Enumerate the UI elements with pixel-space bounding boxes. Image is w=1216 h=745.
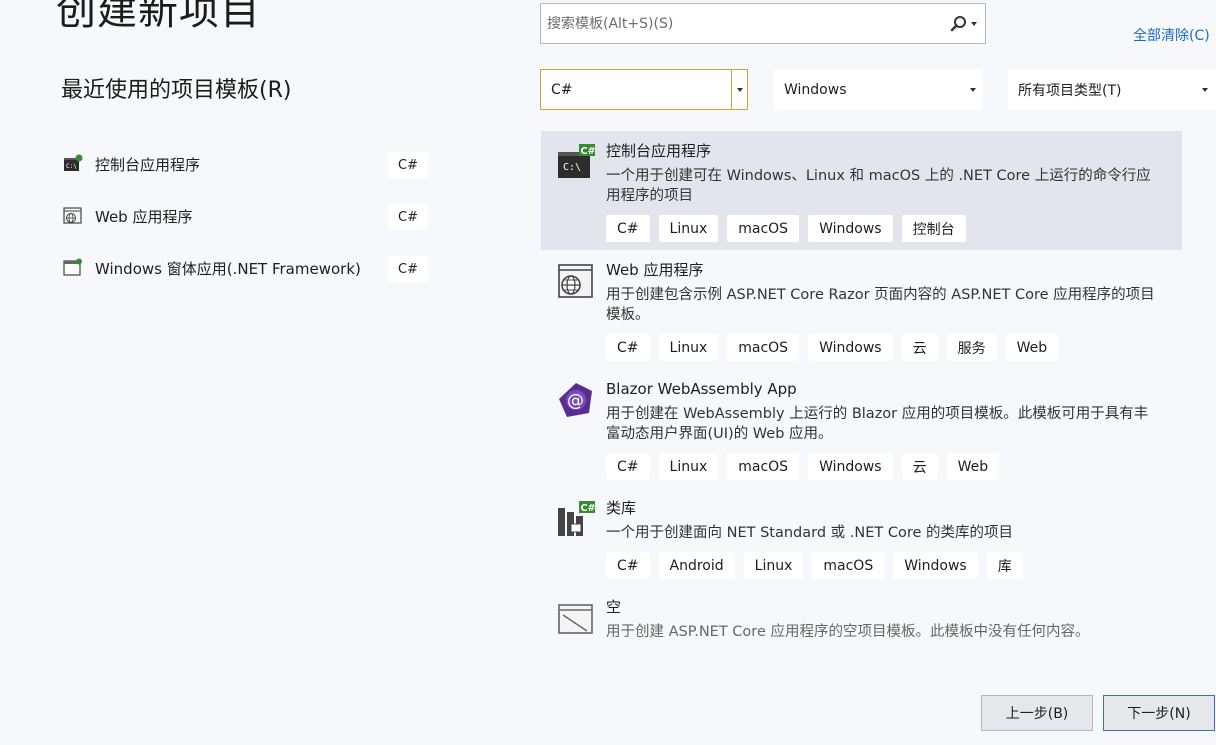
console-app-icon: C:\ xyxy=(62,153,84,175)
template-tags: C# Android Linux macOS Windows 库 xyxy=(606,552,1162,579)
windows-forms-icon xyxy=(62,257,84,279)
tag: Linux xyxy=(658,453,719,480)
tag: C# xyxy=(606,453,650,480)
template-empty[interactable]: 空 用于创建 ASP.NET Core 应用程序的空项目模板。此模板中没有任何内… xyxy=(541,587,1182,650)
language-filter-value: C# xyxy=(551,81,573,98)
tag: Web xyxy=(946,453,1000,480)
template-name: 类库 xyxy=(606,499,637,517)
tag: 云 xyxy=(901,334,938,361)
template-name: Web 应用程序 xyxy=(606,261,704,279)
tag: Android xyxy=(658,552,735,579)
project-type-filter-value: 所有项目类型(T) xyxy=(1018,82,1122,99)
clear-all-link[interactable]: 全部清除(C) xyxy=(1133,25,1210,45)
template-list: C:\ C# 控制台应用程序 一个用于创建可在 Windows、Linux 和 m… xyxy=(541,131,1182,650)
tag: C# xyxy=(606,552,650,579)
recent-item-winforms[interactable]: Windows 窗体应用(.NET Framework) C# xyxy=(62,242,430,294)
tag: C# xyxy=(606,334,650,361)
back-button[interactable]: 上一步(B) xyxy=(981,695,1093,731)
recent-item-label: Windows 窗体应用(.NET Framework) xyxy=(95,259,361,278)
chevron-down-icon xyxy=(971,22,977,26)
tag: macOS xyxy=(812,552,885,579)
template-blazor-wasm[interactable]: @ Blazor WebAssembly App 用于创建在 WebAssemb… xyxy=(541,369,1182,488)
web-app-icon xyxy=(62,205,84,227)
search-icon xyxy=(950,16,966,32)
search-button[interactable] xyxy=(950,15,977,33)
template-console-app[interactable]: C:\ C# 控制台应用程序 一个用于创建可在 Windows、Linux 和 m… xyxy=(541,131,1182,250)
tag: 控制台 xyxy=(901,215,966,242)
recent-item-label: Web 应用程序 xyxy=(95,207,193,226)
template-name: Blazor WebAssembly App xyxy=(606,380,797,398)
tag: 云 xyxy=(901,453,938,480)
tag: Windows xyxy=(893,552,978,579)
tag: macOS xyxy=(727,215,800,242)
tag: Linux xyxy=(658,215,719,242)
page-title: 创建新项目 xyxy=(56,0,261,34)
web-app-icon xyxy=(557,262,595,300)
template-tags: C# Linux macOS Windows 控制台 xyxy=(606,215,1162,242)
recent-item-console[interactable]: C:\ 控制台应用程序 C# xyxy=(62,138,430,190)
empty-project-icon xyxy=(557,599,595,637)
recent-templates-list: C:\ 控制台应用程序 C# Web 应用程序 C# Windows 窗体应用(… xyxy=(62,138,430,294)
recent-templates-title: 最近使用的项目模板(R) xyxy=(61,78,292,103)
tag: Windows xyxy=(808,215,893,242)
template-web-app[interactable]: Web 应用程序 用于创建包含示例 ASP.NET Core Razor 页面内… xyxy=(541,250,1182,369)
chevron-down-icon xyxy=(1202,87,1208,92)
project-type-filter[interactable]: 所有项目类型(T) xyxy=(1008,69,1216,110)
recent-item-web[interactable]: Web 应用程序 C# xyxy=(62,190,430,242)
tag: 库 xyxy=(986,552,1023,579)
template-description: 用于创建在 WebAssembly 上运行的 Blazor 应用的项目模板。此模… xyxy=(606,406,1149,442)
blazor-icon: @ xyxy=(557,381,595,419)
template-class-library[interactable]: C# 类库 一个用于创建面向 NET Standard 或 .NET Core … xyxy=(541,488,1182,587)
template-tags: C# Linux macOS Windows 云 服务 Web xyxy=(606,334,1162,361)
search-box xyxy=(540,3,986,44)
tag: Windows xyxy=(808,453,893,480)
next-button[interactable]: 下一步(N) xyxy=(1103,695,1215,731)
tag: Windows xyxy=(808,334,893,361)
tag: 服务 xyxy=(946,334,997,361)
template-tags: C# Linux macOS Windows 云 Web xyxy=(606,453,1162,480)
tag: macOS xyxy=(727,453,800,480)
language-filter-dropdown[interactable] xyxy=(731,70,747,109)
template-description: 一个用于创建面向 NET Standard 或 .NET Core 的类库的项目 xyxy=(606,525,1014,541)
template-description: 用于创建 ASP.NET Core 应用程序的空项目模板。此模板中没有任何内容。 xyxy=(606,624,1090,640)
language-filter[interactable]: C# xyxy=(540,69,748,110)
recent-item-lang: C# xyxy=(388,152,428,178)
platform-filter[interactable]: Windows xyxy=(774,69,982,110)
tag: C# xyxy=(606,215,650,242)
console-app-icon: C:\ C# xyxy=(557,143,595,181)
template-name: 控制台应用程序 xyxy=(606,142,712,160)
class-library-icon: C# xyxy=(557,500,595,538)
svg-text:@: @ xyxy=(567,391,584,411)
chevron-down-icon xyxy=(970,87,976,92)
recent-item-lang: C# xyxy=(388,256,428,282)
template-description: 用于创建包含示例 ASP.NET Core Razor 页面内容的 ASP.NE… xyxy=(606,287,1155,323)
platform-filter-value: Windows xyxy=(784,81,847,98)
recent-item-label: 控制台应用程序 xyxy=(95,155,201,174)
svg-text:C:\: C:\ xyxy=(66,163,77,170)
template-description: 一个用于创建可在 Windows、Linux 和 macOS 上的 .NET C… xyxy=(606,168,1151,204)
tag: Linux xyxy=(743,552,804,579)
svg-text:C#: C# xyxy=(581,146,596,157)
tag: Web xyxy=(1005,334,1059,361)
recent-item-lang: C# xyxy=(388,204,428,230)
template-name: 空 xyxy=(606,598,622,616)
tag: Linux xyxy=(658,334,719,361)
tag: macOS xyxy=(727,334,800,361)
chevron-down-icon xyxy=(736,87,743,92)
search-input[interactable] xyxy=(547,15,927,32)
svg-text:C:\: C:\ xyxy=(563,162,581,173)
svg-text:C#: C# xyxy=(581,503,596,514)
